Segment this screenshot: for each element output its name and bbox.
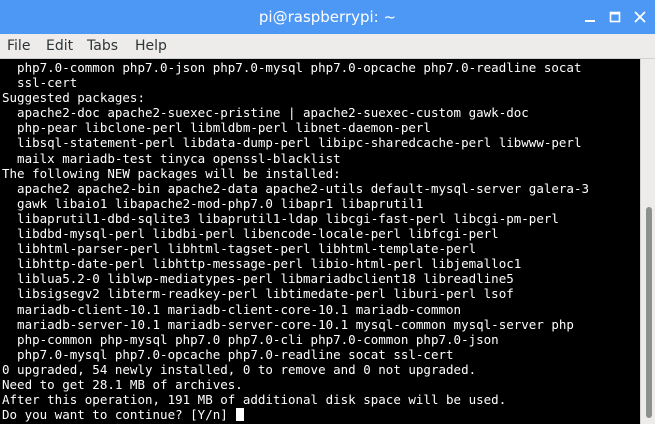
window-title: pi@raspberrypi: ~ (258, 8, 397, 26)
terminal-line: gawk libaio1 libapache2-mod-php7.0 libap… (2, 195, 424, 211)
text-cursor (236, 408, 245, 422)
terminal-line: libhttp-date-perl libhttp-message-perl l… (2, 256, 522, 272)
terminal-line: libaprutil1-dbd-sqlite3 libaprutil1-ldap… (2, 210, 559, 226)
terminal-line: libhtml-parser-perl libhtml-tagset-perl … (2, 241, 477, 257)
terminal-line: mailx mariadb-test tinyca openssl-blackl… (2, 150, 341, 166)
menu-bar: File Edit Tabs Help (0, 34, 655, 59)
maximize-icon (607, 9, 623, 25)
titlebar[interactable]: pi@raspberrypi: ~ (0, 0, 655, 34)
menu-tabs[interactable]: Tabs (87, 37, 118, 55)
close-button[interactable] (632, 9, 648, 25)
terminal-line: The following NEW packages will be insta… (2, 165, 341, 181)
prompt-text: Do you want to continue? [Y/n] (2, 407, 236, 423)
close-icon (632, 9, 648, 25)
terminal-line: php-common php-mysql php7.0 php7.0-cli p… (2, 331, 499, 347)
terminal-lines: php7.0-common php7.0-json php7.0-mysql p… (2, 60, 589, 422)
terminal-window: pi@raspberrypi: ~ File Edit Tabs Help ph… (0, 0, 655, 424)
scrollbar-thumb[interactable] (646, 207, 652, 418)
terminal-line: php7.0-mysql php7.0-opcache php7.0-readl… (2, 346, 454, 362)
terminal-line: mariadb-client-10.1 mariadb-client-core-… (2, 301, 462, 317)
terminal-line: mariadb-server-10.1 mariadb-server-core-… (2, 316, 574, 332)
minimize-button[interactable] (582, 9, 598, 25)
terminal-line: libsql-statement-perl libdata-dump-perl … (2, 135, 582, 151)
maximize-button[interactable] (607, 9, 623, 25)
menu-file[interactable]: File (7, 37, 30, 55)
menu-help[interactable]: Help (135, 37, 167, 55)
terminal-line: After this operation, 191 MB of addition… (2, 392, 507, 408)
terminal-line: apache2 apache2-bin apache2-data apache2… (2, 180, 589, 196)
terminal-line: Suggested packages: (2, 90, 145, 106)
terminal-line: Need to get 28.1 MB of archives. (2, 376, 243, 392)
terminal-line: php-pear libclone-perl libmldbm-perl lib… (2, 120, 431, 136)
terminal-line: libsigsegv2 libterm-readkey-perl libtime… (2, 286, 514, 302)
minimize-icon (582, 9, 598, 25)
terminal-line: ssl-cert (2, 75, 78, 91)
terminal-line: liblua5.2-0 liblwp-mediatypes-perl libma… (2, 271, 514, 287)
vertical-scrollbar[interactable] (640, 59, 655, 424)
terminal-line: libdbd-mysql-perl libdbi-perl libencode-… (2, 226, 499, 242)
terminal-line: php7.0-common php7.0-json php7.0-mysql p… (2, 60, 582, 75)
terminal-line: apache2-doc apache2-suexec-pristine | ap… (2, 105, 529, 121)
menu-edit[interactable]: Edit (46, 37, 73, 55)
terminal-line: 0 upgraded, 54 newly installed, 0 to rem… (2, 361, 477, 377)
terminal-prompt-line[interactable]: Do you want to continue? [Y/n] (2, 407, 589, 422)
terminal-output[interactable]: php7.0-common php7.0-json php7.0-mysql p… (0, 59, 640, 424)
